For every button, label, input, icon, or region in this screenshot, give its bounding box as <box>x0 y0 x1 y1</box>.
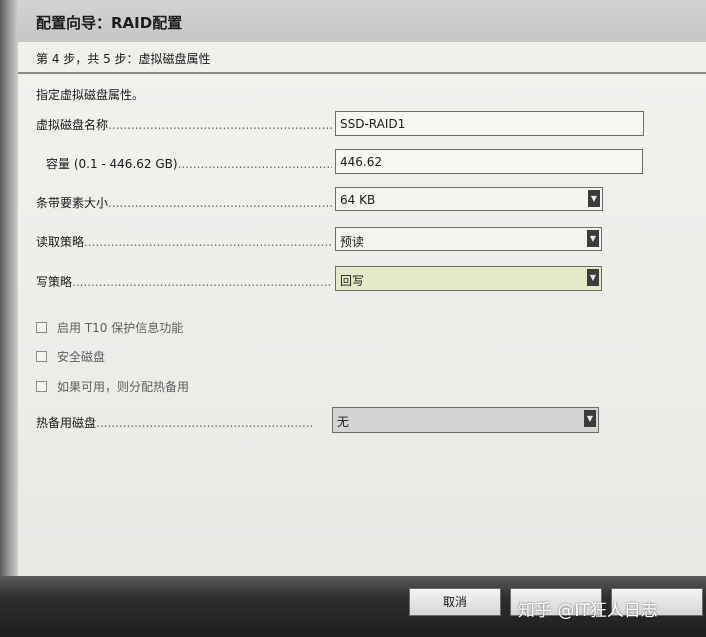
watermark: 知乎 @IT狂人日志 <box>518 601 658 621</box>
stripe-size-select[interactable]: 64 KB ▼ <box>335 187 603 211</box>
hot-spare-disk-select[interactable]: 无 ▼ <box>332 407 599 433</box>
leader-dots: ........................................… <box>72 275 332 289</box>
leader-dots: ........................................… <box>108 118 332 132</box>
write-policy-label: 写策略.....................................… <box>36 273 332 290</box>
vd-name-label-text: 虚拟磁盘名称 <box>36 118 109 132</box>
checkbox-icon[interactable] <box>36 322 47 333</box>
capacity-label-text: 容量 (0.1 - 446.62 GB) <box>46 157 178 171</box>
vd-name-input[interactable]: SSD-RAID1 <box>335 111 644 136</box>
stripe-size-value: 64 KB <box>340 193 376 207</box>
title-bar: 配置向导：RAID配置 <box>18 0 706 42</box>
write-policy-label-text: 写策略 <box>36 275 73 289</box>
capacity-input[interactable]: 446.62 <box>335 149 643 174</box>
read-policy-select[interactable]: 预读 ▼ <box>335 227 602 251</box>
chevron-down-icon[interactable]: ▼ <box>587 269 599 286</box>
leader-dots: ........................................… <box>96 416 314 430</box>
chevron-down-icon[interactable]: ▼ <box>587 230 599 247</box>
chevron-down-icon[interactable]: ▼ <box>584 410 596 427</box>
stripe-size-label: 条带要素大小..................................… <box>36 194 332 211</box>
capacity-label: 容量 (0.1 - 446.62 GB)....................… <box>46 155 332 172</box>
leader-dots: ........................................… <box>108 196 332 210</box>
leader-dots: ........................................… <box>177 157 332 171</box>
secure-disk-label: 安全磁盘 <box>57 350 106 364</box>
section-title: 指定虚拟磁盘属性。 <box>36 88 145 102</box>
step-indicator: 第 4 步，共 5 步：虚拟磁盘属性 <box>36 52 211 66</box>
secure-disk-checkbox[interactable]: 安全磁盘 <box>36 348 105 365</box>
hot-spare-disk-value: 无 <box>337 415 350 429</box>
t10-protection-checkbox[interactable]: 启用 T10 保护信息功能 <box>36 319 183 336</box>
leader-dots: ........................................… <box>84 235 332 249</box>
write-policy-value: 回写 <box>340 274 365 288</box>
window-title: 配置向导：RAID配置 <box>36 14 183 32</box>
assign-hot-spare-label: 如果可用，则分配热备用 <box>57 380 190 394</box>
step-bar: 第 4 步，共 5 步：虚拟磁盘属性 <box>18 42 706 74</box>
read-policy-value: 预读 <box>340 235 365 249</box>
vd-name-label: 虚拟磁盘名称..................................… <box>36 116 332 133</box>
t10-protection-label: 启用 T10 保护信息功能 <box>57 321 184 335</box>
chevron-down-icon[interactable]: ▼ <box>588 190 600 207</box>
checkbox-icon[interactable] <box>36 351 47 362</box>
wizard-page: 配置向导：RAID配置 第 4 步，共 5 步：虚拟磁盘属性 指定虚拟磁盘属性。… <box>0 0 706 637</box>
read-policy-label: 读取策略....................................… <box>36 233 332 250</box>
screen-bezel <box>0 0 18 637</box>
read-policy-label-text: 读取策略 <box>36 235 85 249</box>
hot-spare-disk-label: 热备用磁盘...................................… <box>36 414 314 431</box>
hot-spare-disk-label-text: 热备用磁盘 <box>36 416 97 430</box>
checkbox-icon[interactable] <box>36 381 47 392</box>
cancel-button[interactable]: 取消 <box>409 588 501 616</box>
write-policy-select[interactable]: 回写 ▼ <box>335 266 602 291</box>
stripe-size-label-text: 条带要素大小 <box>36 196 109 210</box>
assign-hot-spare-checkbox[interactable]: 如果可用，则分配热备用 <box>36 378 189 395</box>
